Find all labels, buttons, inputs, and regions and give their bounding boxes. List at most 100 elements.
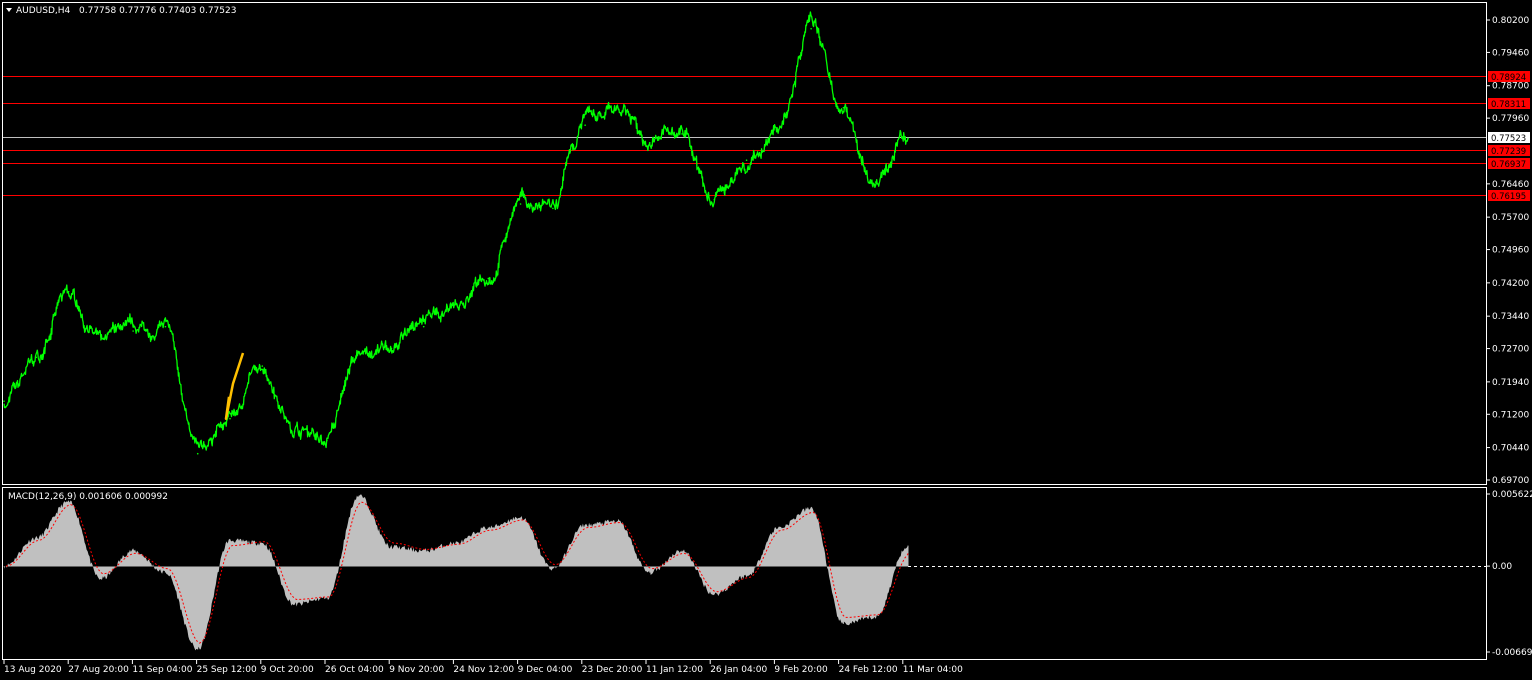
macd-bar [132,550,134,567]
price-tick-label: 0.80200 [1492,16,1529,26]
macd-bar [778,527,780,567]
price-tick-label: 0.69700 [1492,476,1529,486]
macd-bar [229,540,231,567]
price-pane-border [2,2,1487,485]
time-tick-label: 26 Oct 04:00 [325,665,384,675]
time-tick-label: 9 Feb 20:00 [774,665,828,675]
macd-bar [520,517,522,567]
price-level-label: 0.78924 [1491,73,1526,83]
price-point [713,198,716,201]
time-tick-label: 11 Jan 12:00 [646,665,703,675]
macd-pane [3,494,1486,651]
macd-bar [552,566,554,569]
macd-bar [197,566,199,650]
macd-bar [423,550,425,567]
macd-bar [713,566,715,595]
macd-bar [390,546,392,567]
price-tick-label: 0.75700 [1492,213,1529,223]
price-point [648,141,651,144]
price-point [326,439,328,442]
price-point [907,137,909,140]
price-point [810,27,812,30]
price-level-label: 0.78311 [1491,100,1526,110]
price-point [455,303,457,306]
macd-tick-label: 0.005622 [1492,490,1532,500]
macd-bar [907,545,909,567]
price-line [3,11,909,451]
chart-area[interactable]: AUDUSD,H4 0.77758 0.77776 0.77403 0.7752… [0,0,1532,680]
price-point [196,452,199,455]
macd-bar [261,543,263,567]
macd-title: MACD(12,26,9) 0.001606 0.000992 [8,492,168,502]
ohlc-values: 0.77758 0.77776 0.77403 0.77523 [79,6,236,16]
price-point [874,181,877,183]
price-tick-label: 0.72700 [1492,345,1529,355]
macd-signal-line [5,501,909,644]
price-tick-label: 0.73440 [1492,312,1529,322]
price-level-label: 0.76195 [1491,192,1526,202]
price-point [358,352,360,354]
price-point [584,124,586,126]
macd-bar [68,501,70,567]
price-point [132,330,134,332]
time-tick-label: 24 Nov 12:00 [453,665,514,675]
price-tick-label: 0.76460 [1492,180,1529,190]
price-tick-label: 0.74960 [1492,246,1529,256]
time-tick-label: 9 Dec 04:00 [518,665,573,675]
price-point [519,203,522,205]
price-tick-label: 0.71940 [1492,378,1529,388]
price-point [229,417,231,420]
price-point [3,400,5,402]
time-tick-label: 25 Sep 12:00 [197,665,257,675]
symbol-title: AUDUSD,H4 [16,6,71,16]
macd-bar [616,521,618,567]
time-tick-label: 11 Mar 04:00 [903,665,963,675]
price-level-label: 0.77239 [1491,147,1526,157]
price-point [67,290,70,293]
time-axis: 13 Aug 2020 27 Aug 20:00 11 Sep 04:00 25 Se… [3,660,963,675]
macd-bar [584,525,586,567]
price-tick-label: 0.71200 [1492,410,1529,420]
price-point [745,159,748,161]
price-tick-label: 0.78700 [1492,82,1529,92]
time-tick-label: 11 Sep 04:00 [132,665,192,675]
time-tick-label: 26 Jan 04:00 [710,665,767,675]
triangle-down-icon[interactable] [6,8,12,12]
macd-tick-label: -0.006695 [1492,648,1532,658]
time-tick-label: 23 Dec 20:00 [582,665,643,675]
price-tick-label: 0.79460 [1492,48,1529,58]
price-point [35,356,38,359]
macd-bar [35,537,37,567]
price-point [422,325,425,328]
macd-bar [326,566,328,599]
time-tick-label: 9 Oct 20:00 [261,665,314,675]
price-series [3,11,909,455]
macd-tick-label: 0.00 [1492,562,1512,572]
price-tick-label: 0.70440 [1492,444,1529,454]
price-tick-label: 0.74200 [1492,279,1529,289]
time-tick-label: 9 Nov 20:00 [389,665,444,675]
price-point [390,347,393,350]
price-point [487,277,490,280]
macd-bar [358,495,360,567]
time-tick-label: 24 Feb 12:00 [839,665,898,675]
price-point [778,128,780,131]
price-point [681,133,683,135]
price-point [552,207,554,210]
macd-bar [810,508,812,567]
macd-bar [746,566,748,577]
macd-bar [164,566,166,573]
price-point [164,325,167,328]
macd-histogram [4,494,908,651]
price-tick-label: 0.77960 [1492,114,1529,124]
price-point [100,339,102,341]
macd-axis: 0.005622 0.00 -0.006695 [1486,490,1532,658]
price-point [616,106,619,109]
price-level-label: 0.76937 [1491,160,1526,170]
macd-bar [294,566,296,605]
macd-bar [455,543,457,567]
time-tick-label: 13 Aug 2020 [4,665,62,675]
macd-bar [487,527,489,567]
price-point [261,365,264,367]
macd-bar [875,566,877,618]
